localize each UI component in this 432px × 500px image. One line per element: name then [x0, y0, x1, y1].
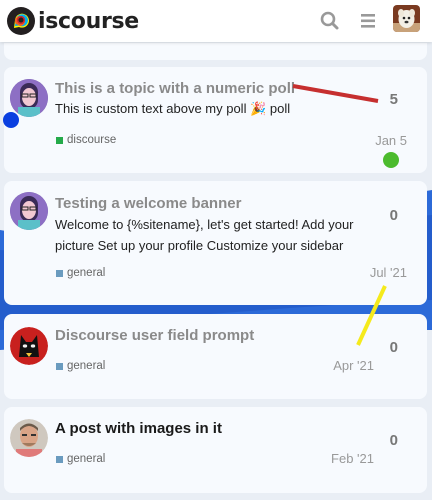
blue-annotation-dot: [3, 112, 19, 128]
annotation-layer: [3, 84, 399, 346]
yellow-annotation-line: [356, 285, 387, 346]
green-annotation-dot: [383, 152, 399, 168]
red-annotation-line: [292, 84, 379, 103]
